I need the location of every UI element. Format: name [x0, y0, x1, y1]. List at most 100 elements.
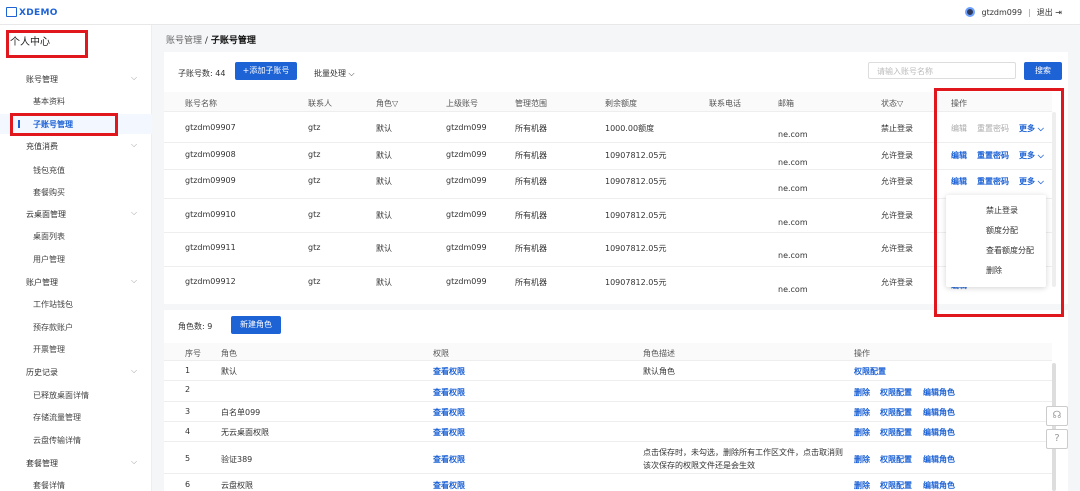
sidebar-item-invoice[interactable]: 开票管理: [33, 344, 65, 355]
email: ne.com: [778, 218, 808, 227]
chevron-down-icon[interactable]: ⌵: [131, 73, 137, 83]
chevron-down-icon[interactable]: ⌵: [131, 457, 137, 467]
view-permission-link[interactable]: 查看权限: [433, 366, 465, 377]
add-subaccount-button[interactable]: +添加子账号: [235, 62, 297, 80]
logo-icon: [6, 7, 17, 17]
col-balance: 剩余额度: [605, 99, 637, 108]
status: 允许登录: [881, 244, 913, 253]
sidebar-group-account[interactable]: 账号管理: [26, 74, 58, 85]
view-permission-link[interactable]: 查看权限: [433, 454, 465, 465]
delete-link[interactable]: 删除: [854, 480, 870, 491]
logout-link[interactable]: 退出: [1037, 8, 1053, 17]
balance: 10907812.05元: [605, 244, 667, 253]
filter-icon[interactable]: ▽: [392, 99, 398, 108]
contact: gtz: [308, 243, 321, 252]
permission-config-link[interactable]: 权限配置: [880, 454, 912, 465]
subaccount-table-header: 账号名称 联系人 角色▽ 上级账号 管理范围 剩余额度 联系电话 邮箱 状态▽ …: [164, 92, 1052, 112]
highlight-box-operations: [934, 88, 1064, 317]
col-phone: 联系电话: [709, 99, 741, 108]
batch-dropdown[interactable]: 批量处理 ⌵: [314, 68, 355, 79]
permission-config-link[interactable]: 权限配置: [880, 427, 912, 438]
row-divider: [164, 441, 1052, 442]
balance: 10907812.05元: [605, 278, 667, 287]
view-permission-link[interactable]: 查看权限: [433, 480, 465, 491]
chevron-down-icon[interactable]: ⌵: [131, 140, 137, 150]
sidebar-group-recharge[interactable]: 充值消费: [26, 141, 58, 152]
edit-role-link[interactable]: 编辑角色: [923, 480, 955, 491]
edit-role-link[interactable]: 编辑角色: [923, 427, 955, 438]
col-contact: 联系人: [308, 99, 332, 108]
contact: gtz: [308, 210, 321, 219]
view-permission-link[interactable]: 查看权限: [433, 407, 465, 418]
search-input[interactable]: 请输入账号名称: [868, 62, 1016, 79]
sidebar-item-desktop-list[interactable]: 桌面列表: [33, 231, 65, 242]
permission-config-link[interactable]: 权限配置: [880, 387, 912, 398]
scope: 所有机器: [515, 244, 547, 253]
filter-icon[interactable]: ▽: [897, 99, 903, 108]
user-area: gtzdm099 | 退出 ⇥: [965, 7, 1062, 18]
col-permission: 权限: [433, 349, 449, 358]
sidebar-group-history[interactable]: 历史记录: [26, 367, 58, 378]
sidebar-group-plans[interactable]: 套餐管理: [26, 458, 58, 469]
sidebar-item-transfer[interactable]: 云盘传输详情: [33, 435, 81, 446]
sidebar-group-desktop[interactable]: 云桌面管理: [26, 209, 66, 220]
sidebar-group-billing[interactable]: 账户管理: [26, 277, 58, 288]
balance: 1000.00额度: [605, 124, 655, 133]
row-divider: [164, 198, 1052, 199]
roles-scrollbar[interactable]: [1052, 363, 1056, 491]
edit-role-link[interactable]: 编辑角色: [923, 387, 955, 398]
col-status[interactable]: 状态▽: [881, 98, 903, 109]
breadcrumb-parent[interactable]: 账号管理: [166, 36, 202, 46]
sidebar-item-released[interactable]: 已释放桌面详情: [33, 390, 89, 401]
sidebar-item-plan-detail[interactable]: 套餐详情: [33, 480, 65, 491]
app-logo[interactable]: XDEMO: [6, 7, 58, 18]
avatar[interactable]: [965, 7, 976, 17]
batch-label: 批量处理: [314, 69, 346, 78]
chevron-down-icon[interactable]: ⌵: [131, 366, 137, 376]
sidebar-item-wallet[interactable]: 钱包充值: [33, 165, 65, 176]
delete-link[interactable]: 删除: [854, 454, 870, 465]
parent-account: gtzdm099: [446, 150, 487, 159]
sidebar-item-profile[interactable]: 基本资料: [33, 96, 65, 107]
sub-account-panel: 子账号数: 44 +添加子账号 批量处理 ⌵ 请输入账号名称 搜索 账号名称 联…: [164, 52, 1068, 304]
sidebar-item-users[interactable]: 用户管理: [33, 254, 65, 265]
permission-config-link[interactable]: 权限配置: [880, 480, 912, 491]
chevron-down-icon[interactable]: ⌵: [131, 276, 137, 286]
permission-config-link[interactable]: 权限配置: [880, 407, 912, 418]
scope: 所有机器: [515, 151, 547, 160]
delete-link[interactable]: 删除: [854, 407, 870, 418]
parent-account: gtzdm099: [446, 277, 487, 286]
permission-config-link[interactable]: 权限配置: [854, 366, 886, 377]
headset-icon[interactable]: ☊: [1046, 406, 1068, 426]
sidebar-item-storage[interactable]: 存储流量管理: [33, 412, 81, 423]
scope: 所有机器: [515, 278, 547, 287]
role-description: 点击保存时，未勾选，删除所有工作区文件，点击取消则: [643, 448, 843, 457]
col-role: 角色: [221, 349, 237, 358]
logout-icon[interactable]: ⇥: [1053, 8, 1062, 17]
view-permission-link[interactable]: 查看权限: [433, 427, 465, 438]
contact: gtz: [308, 123, 321, 132]
delete-link[interactable]: 删除: [854, 427, 870, 438]
col-role[interactable]: 角色▽: [376, 98, 398, 109]
role-no: 5: [185, 454, 191, 463]
username[interactable]: gtzdm099: [981, 8, 1022, 17]
view-permission-link[interactable]: 查看权限: [433, 387, 465, 398]
chevron-down-icon[interactable]: ⌵: [131, 208, 137, 218]
roles-table-header: 序号 角色 权限 角色描述 操作: [164, 343, 1052, 361]
new-role-button[interactable]: 新建角色: [231, 316, 281, 334]
breadcrumb-current: 子账号管理: [210, 36, 256, 46]
highlight-box-subaccount-item: [10, 113, 118, 136]
delete-link[interactable]: 删除: [854, 387, 870, 398]
help-icon[interactable]: ?: [1046, 429, 1068, 449]
role-no: 2: [185, 385, 191, 394]
sidebar-item-ws-wallet[interactable]: 工作站钱包: [33, 299, 73, 310]
search-button[interactable]: 搜索: [1024, 62, 1062, 80]
edit-role-link[interactable]: 编辑角色: [923, 454, 955, 465]
sidebar-item-prepaid[interactable]: 预存款账户: [33, 322, 73, 333]
edit-role-link[interactable]: 编辑角色: [923, 407, 955, 418]
role: 默认: [376, 177, 392, 186]
sidebar-item-buy-plan[interactable]: 套餐购买: [33, 187, 65, 198]
status: 允许登录: [881, 177, 913, 186]
role: 默认: [376, 211, 392, 220]
account-name: gtzdm09910: [185, 210, 236, 219]
